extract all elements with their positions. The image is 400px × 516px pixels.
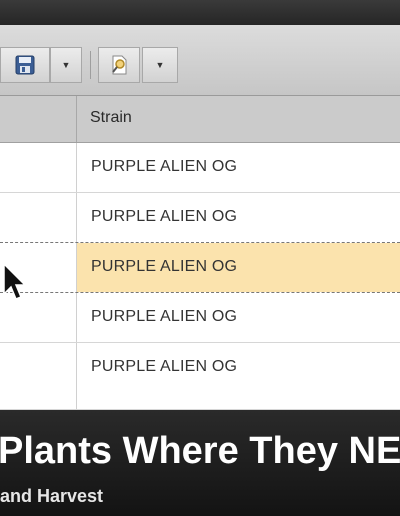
save-button[interactable] bbox=[0, 47, 50, 83]
window-top-strip bbox=[0, 0, 400, 25]
save-dropdown-button[interactable]: ▼ bbox=[50, 47, 82, 83]
dropdown-caret-icon: ▼ bbox=[155, 60, 165, 70]
toolbar: ▼ ▼ bbox=[0, 25, 400, 96]
save-icon bbox=[15, 55, 35, 75]
column-header-strain[interactable]: Strain bbox=[90, 109, 132, 127]
search-button[interactable] bbox=[98, 47, 140, 83]
search-document-icon bbox=[112, 55, 127, 75]
search-dropdown-button[interactable]: ▼ bbox=[142, 47, 178, 83]
strain-cell[interactable]: PURPLE ALIEN OG bbox=[91, 358, 237, 376]
grid-header: Strain bbox=[0, 96, 400, 143]
caption-subtitle: and Harvest bbox=[0, 486, 104, 506]
dropdown-caret-icon: ▼ bbox=[61, 60, 71, 70]
strain-cell[interactable]: PURPLE ALIEN OG bbox=[91, 208, 237, 226]
column-divider[interactable] bbox=[76, 96, 77, 142]
toolbar-separator bbox=[90, 51, 91, 79]
table-row[interactable]: PURPLE ALIEN OG bbox=[0, 143, 400, 193]
video-caption-banner: Plants Where They NE and Harvest bbox=[0, 410, 400, 516]
strain-cell[interactable]: PURPLE ALIEN OG bbox=[91, 158, 237, 176]
table-row[interactable]: PURPLE ALIEN OG bbox=[0, 193, 400, 243]
strain-cell[interactable]: PURPLE ALIEN OG bbox=[91, 258, 237, 276]
caption-title: Plants Where They NE bbox=[0, 430, 400, 472]
table-row-selected[interactable]: PURPLE ALIEN OG bbox=[0, 242, 400, 293]
table-row[interactable]: PURPLE ALIEN OG bbox=[0, 343, 400, 410]
strain-cell[interactable]: PURPLE ALIEN OG bbox=[91, 308, 237, 326]
table-row[interactable]: PURPLE ALIEN OG bbox=[0, 293, 400, 343]
mouse-cursor-icon bbox=[3, 262, 27, 300]
